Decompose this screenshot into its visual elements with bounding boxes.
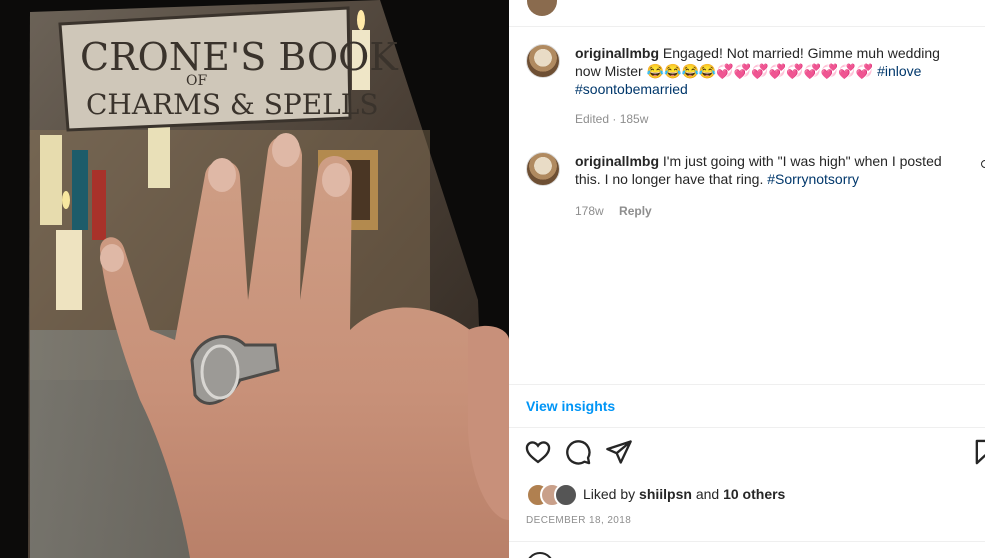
divider — [509, 541, 985, 542]
emoji-icon[interactable] — [526, 552, 554, 558]
edited-label: Edited — [575, 112, 610, 126]
book-title-line1: CRONE'S BOOK — [80, 35, 398, 79]
heart-icon-svg — [525, 441, 551, 464]
comment-body: originallmbg I'm just going with "I was … — [575, 152, 965, 188]
comment-body: originallmbg Engaged! Not married! Gimme… — [575, 44, 965, 98]
hashtag-link[interactable]: #Sorrynotsorry — [767, 171, 859, 187]
comment-icon[interactable] — [564, 438, 592, 466]
liker-username[interactable]: shiilpsn — [639, 486, 692, 502]
avatar[interactable] — [526, 44, 560, 78]
book-title-line2: OF — [186, 73, 207, 89]
likes-prefix: Liked by — [583, 486, 636, 502]
heart-icon[interactable] — [524, 438, 552, 466]
likes-joiner: and — [695, 486, 720, 502]
hashtag-link[interactable]: #soontobemarried — [575, 81, 688, 97]
paper-plane-icon-svg — [606, 440, 632, 464]
comment-username[interactable]: originallmbg — [575, 45, 659, 61]
view-insights-link[interactable]: View insights — [526, 398, 615, 414]
photo-illustration: CRONE'S BOOK OF CHARMS & SPELLS — [0, 0, 509, 558]
reply-button[interactable]: Reply — [619, 204, 652, 218]
comment-meta: Edited · 185w — [575, 112, 649, 126]
likes-text: Liked by shiilpsn and 10 others — [583, 486, 785, 502]
paper-plane-icon[interactable] — [605, 438, 633, 466]
post-photo: CRONE'S BOOK OF CHARMS & SPELLS — [0, 0, 509, 558]
likes-others-link[interactable]: 10 others — [723, 486, 785, 502]
post-details-panel: originallmbg Engaged! Not married! Gimme… — [509, 0, 985, 558]
comment-emojis: 😂😂😂😂💞💞💞💞💞💞💞💞💞 — [646, 63, 874, 79]
avatar[interactable] — [527, 0, 557, 16]
comment-meta: 178w Reply — [575, 204, 652, 218]
bookmark-icon[interactable] — [971, 438, 985, 466]
book-title-line3: CHARMS & SPELLS — [86, 88, 379, 121]
post-date[interactable]: DECEMBER 18, 2018 — [526, 515, 631, 526]
divider — [509, 384, 985, 385]
liker-avatar[interactable] — [554, 483, 578, 507]
comment-options-icon[interactable] — [981, 160, 985, 168]
comment-icon-svg — [566, 440, 591, 465]
avatar[interactable] — [526, 152, 560, 186]
hashtag-link[interactable]: #inlove — [877, 63, 921, 79]
action-bar — [509, 438, 985, 470]
caption-header-peek — [509, 0, 985, 27]
bookmark-icon-svg — [975, 439, 985, 465]
comment-username[interactable]: originallmbg — [575, 153, 659, 169]
comment-time[interactable]: 185w — [620, 112, 649, 126]
divider — [509, 427, 985, 428]
comment-time[interactable]: 178w — [575, 204, 604, 218]
